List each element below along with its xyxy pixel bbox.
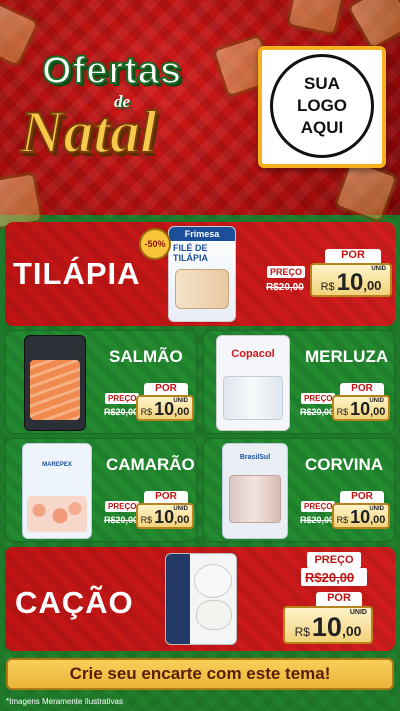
price-unit: UNID	[173, 398, 188, 404]
shrimp-image	[27, 496, 87, 532]
preco-label: PREÇO	[301, 501, 336, 512]
title-natal: Natal	[19, 98, 158, 166]
title-block: Ofertas de Natal	[12, 49, 242, 166]
new-price: R$ 10 ,00 UNID	[283, 606, 373, 644]
price-decimal: ,00	[341, 623, 362, 639]
product-card-corvina: BrasilSul CORVINA PREÇO R$20,00 POR R$ 1…	[203, 438, 395, 542]
product-card-merluza: Copacol MERLUZA PREÇO R$20,00 POR R$ 10 …	[203, 330, 395, 434]
product-name: MERLUZA	[305, 347, 389, 366]
por-label: POR	[144, 491, 188, 503]
product-card-cacao: CAÇÃO PREÇO R$20,00 POR R$ 10 ,00 UNID	[5, 547, 395, 651]
new-price: R$ 10 ,00 UNID	[310, 263, 392, 297]
disclaimer-text: *Imagens Meramente Ilustrativas	[6, 697, 123, 706]
price-unit: UNID	[349, 609, 367, 616]
price-currency: R$	[336, 515, 349, 525]
product-image-cacao	[165, 553, 237, 645]
price-integer: 10	[154, 399, 175, 419]
price-decimal: ,00	[370, 406, 386, 418]
fish-fillet-image	[223, 376, 283, 420]
price-integer: 10	[350, 507, 371, 527]
price-integer: 10	[336, 269, 364, 296]
pack-band	[166, 554, 190, 644]
product-card-tilapia: TILÁPIA Frimesa FILÉ DE TILÁPIA -50% PRE…	[5, 222, 395, 326]
price-decimal: ,00	[363, 278, 382, 293]
price-decimal: ,00	[370, 514, 386, 526]
new-price: R$ 10 ,00 UNID	[136, 395, 194, 421]
pack-brand: Frimesa	[169, 227, 235, 241]
price-integer: 10	[350, 399, 371, 419]
product-name: TILÁPIA	[13, 256, 141, 291]
preco-label: PREÇO	[267, 266, 306, 278]
product-image-salmao	[24, 335, 86, 431]
price-unit: UNID	[369, 506, 384, 512]
product-image-merluza: Copacol	[216, 335, 290, 431]
por-label: POR	[144, 383, 188, 395]
old-price: R$20,00	[104, 515, 139, 525]
preco-label: PREÇO	[307, 552, 361, 568]
price-unit: UNID	[371, 266, 386, 272]
pack-brand: BrasilSul	[239, 454, 271, 461]
new-price: R$ 10 ,00 UNID	[332, 503, 390, 529]
product-name: SALMÃO	[109, 347, 183, 366]
old-price: R$20,00	[305, 570, 355, 585]
price-decimal: ,00	[174, 514, 190, 526]
old-price-box: R$20,00	[301, 568, 367, 586]
price-currency: R$	[140, 515, 153, 525]
decor-tile	[345, 0, 400, 52]
preco-label: PREÇO	[105, 393, 140, 404]
decor-tile	[285, 0, 347, 37]
product-card-camarao: MAREPEX CAMARÃO PREÇO R$20,00 POR R$ 10 …	[5, 438, 197, 542]
por-label: POR	[316, 592, 362, 606]
product-image-corvina: BrasilSul	[222, 443, 288, 539]
old-price: R$20,00	[104, 407, 139, 417]
logo-placeholder: SUA LOGO AQUI	[258, 46, 386, 168]
por-label: POR	[340, 383, 384, 395]
logo-circle: SUA LOGO AQUI	[270, 54, 374, 158]
product-image-tilapia: Frimesa FILÉ DE TILÁPIA	[168, 226, 236, 322]
salmon-fillet-image	[30, 360, 80, 420]
product-name: CAMARÃO	[106, 455, 195, 474]
product-image-camarao: MAREPEX	[22, 443, 92, 539]
pack-brand: MAREPEX	[42, 462, 72, 468]
old-price: R$20,00	[300, 515, 335, 525]
fish-fillet-image	[175, 269, 229, 309]
logo-line: SUA	[304, 74, 340, 93]
fish-steak-image	[196, 600, 232, 630]
pack-brand: Copacol	[231, 348, 275, 360]
product-name: CORVINA	[305, 455, 384, 474]
por-label: POR	[325, 249, 381, 263]
price-integer: 10	[154, 507, 175, 527]
product-card-salmao: SALMÃO PREÇO R$20,00 POR R$ 10 ,00 UNID	[5, 330, 197, 434]
por-label: POR	[340, 491, 384, 503]
price-currency: R$	[336, 407, 349, 417]
fish-steak-image	[194, 564, 232, 598]
price-integer: 10	[311, 612, 342, 642]
flyer-page: Ofertas de Natal SUA LOGO AQUI TILÁPIA F…	[0, 0, 400, 711]
new-price: R$ 10 ,00 UNID	[136, 503, 194, 529]
new-price: R$ 10 ,00 UNID	[332, 395, 390, 421]
price-currency: R$	[140, 407, 153, 417]
price-currency: R$	[320, 281, 335, 293]
discount-badge: -50%	[139, 228, 171, 260]
old-price: R$20,00	[266, 282, 304, 293]
pack-title: FILÉ DE TILÁPIA	[173, 243, 208, 263]
header-banner: Ofertas de Natal SUA LOGO AQUI	[0, 0, 400, 232]
product-name: CAÇÃO	[15, 585, 134, 620]
logo-line: LOGO	[296, 96, 348, 115]
fish-fillet-image	[229, 475, 281, 523]
old-price: R$20,00	[300, 407, 335, 417]
preco-label: PREÇO	[105, 501, 140, 512]
price-unit: UNID	[369, 398, 384, 404]
logo-line: AQUI	[300, 118, 344, 137]
preco-label: PREÇO	[301, 393, 336, 404]
price-decimal: ,00	[174, 406, 190, 418]
cta-banner[interactable]: Crie seu encarte com este tema!	[6, 658, 394, 690]
price-currency: R$	[294, 625, 310, 639]
title-ofertas: Ofertas	[41, 49, 183, 93]
price-unit: UNID	[173, 506, 188, 512]
